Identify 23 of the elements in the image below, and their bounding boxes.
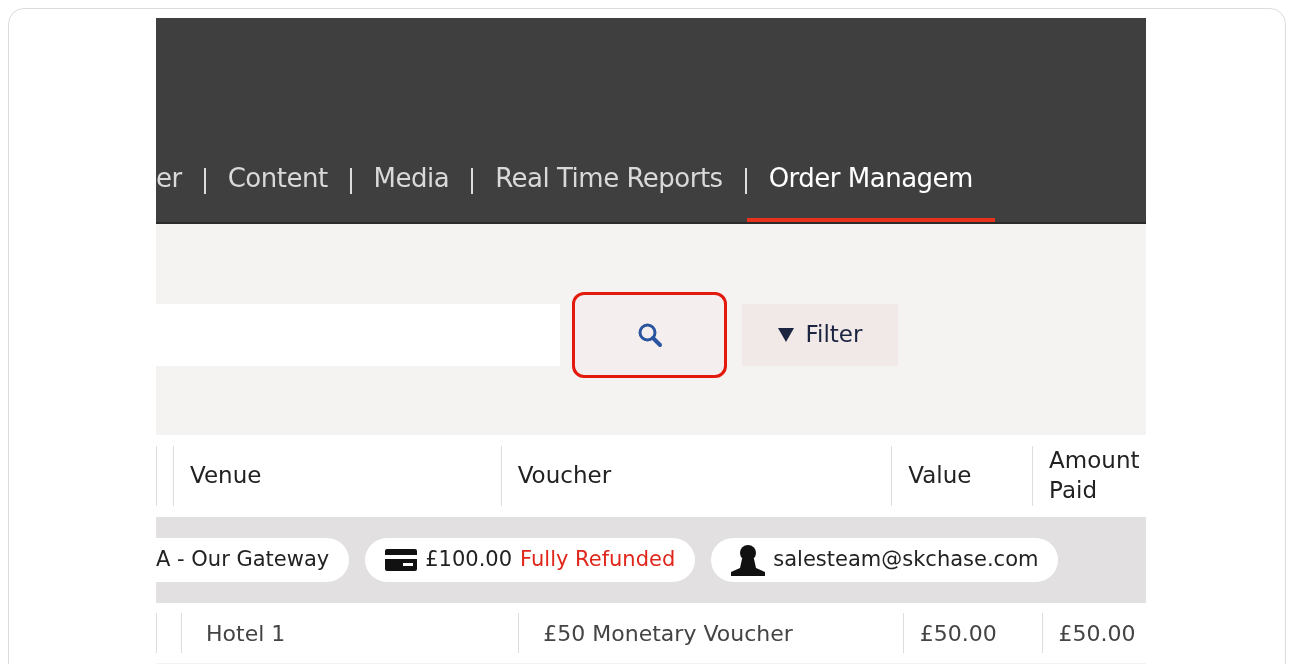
column-header: Venue	[173, 446, 501, 506]
column-header: Value	[891, 446, 1033, 506]
status-text: Fully Refunded	[520, 546, 676, 574]
nav-tab[interactable]: Content	[205, 158, 350, 222]
nav-tab[interactable]: Order Managem	[746, 158, 995, 222]
table-cell: £50.00	[902, 613, 1042, 653]
column-header: Voucher	[500, 446, 892, 506]
search-icon	[636, 321, 663, 348]
amount-text: £100.00	[425, 546, 513, 574]
nav-tab[interactable]: er	[156, 158, 204, 222]
table-cell: £50.00	[1041, 613, 1146, 653]
person-icon	[731, 544, 766, 576]
nav-tab[interactable]: Media	[351, 158, 472, 222]
nav-tab[interactable]: Real Time Reports	[473, 158, 745, 222]
credit-card-icon	[385, 549, 418, 571]
filter-button[interactable]: Filter	[742, 303, 898, 366]
table-cell: Hotel 1	[181, 613, 519, 653]
venue-tag: A - Our Gateway	[156, 538, 350, 582]
funnel-icon	[777, 327, 794, 342]
column-header: Amount Paid	[1032, 446, 1146, 506]
search-button[interactable]	[572, 291, 727, 378]
table-cell: £50 Monetary Voucher	[518, 613, 903, 653]
email-text: salesteam@skchase.com	[773, 546, 1039, 574]
